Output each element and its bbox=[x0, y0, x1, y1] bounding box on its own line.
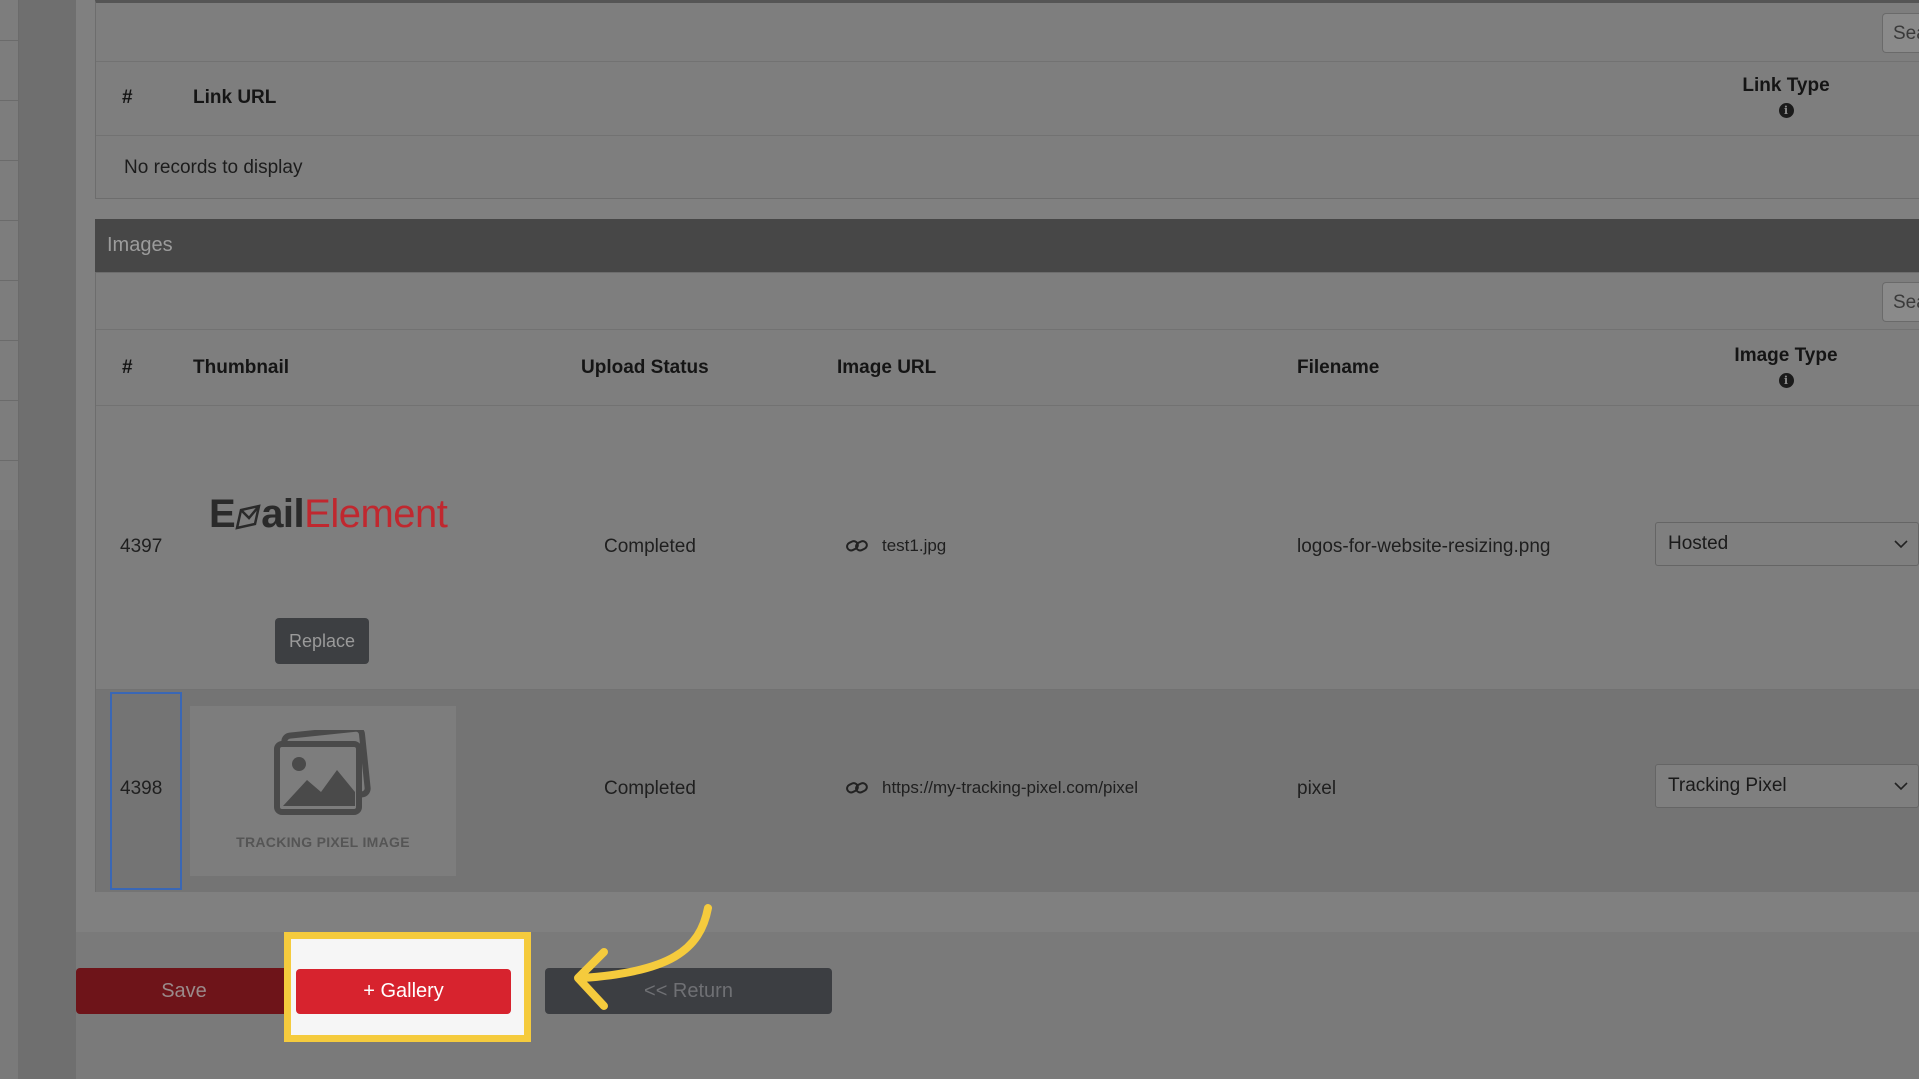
add-gallery-button[interactable]: + Gallery bbox=[296, 969, 511, 1014]
images-col-num: # bbox=[122, 357, 133, 378]
thumbnail-logo: EailElement bbox=[209, 492, 448, 537]
table-row: 4398 TRACKING PIXEL IMAGE Completed http… bbox=[96, 689, 1919, 892]
chevron-down-icon bbox=[1894, 540, 1908, 549]
filename: logos-for-website-resizing.png bbox=[1297, 536, 1551, 557]
left-nav-strip bbox=[0, 0, 19, 530]
replace-button[interactable]: Replace bbox=[275, 618, 369, 664]
images-col-image-type-label: Image Type bbox=[1734, 345, 1838, 366]
image-type-select[interactable]: Hosted bbox=[1655, 522, 1919, 566]
links-table: Search # Link URL Link Type i No records… bbox=[95, 0, 1919, 199]
links-col-link-type[interactable]: Link Type i bbox=[1716, 75, 1856, 118]
images-col-image-url[interactable]: Image URL bbox=[837, 357, 936, 379]
curved-arrow-icon bbox=[574, 904, 712, 1010]
row-id: 4397 bbox=[120, 536, 163, 557]
image-url[interactable]: https://my-tracking-pixel.com/pixel bbox=[846, 778, 1138, 798]
image-url[interactable]: test1.jpg bbox=[846, 536, 946, 556]
envelope-logo-icon bbox=[235, 504, 261, 530]
images-col-filename[interactable]: Filename bbox=[1297, 357, 1379, 379]
logo-text-element: Element bbox=[304, 492, 448, 536]
filename: pixel bbox=[1297, 778, 1337, 799]
row-id: 4398 bbox=[120, 778, 163, 799]
logo-letter-e: E bbox=[209, 492, 236, 536]
images-search-row: Search bbox=[96, 273, 1919, 330]
table-row: 4397 EailElement Replace Completed test1… bbox=[96, 406, 1919, 689]
link-icon bbox=[846, 540, 868, 552]
link-icon bbox=[846, 782, 868, 794]
upload-status: Completed bbox=[604, 536, 696, 557]
upload-status: Completed bbox=[604, 778, 696, 799]
thumbnail-caption: TRACKING PIXEL IMAGE bbox=[236, 834, 410, 850]
links-empty-message: No records to display bbox=[124, 157, 303, 178]
links-search-input[interactable]: Search bbox=[1882, 13, 1919, 53]
info-icon[interactable]: i bbox=[1778, 103, 1794, 118]
image-type-value: Hosted bbox=[1668, 533, 1729, 554]
image-type-select[interactable]: Tracking Pixel bbox=[1655, 764, 1919, 808]
images-table: Search # Thumbnail Upload Status Image U… bbox=[95, 272, 1919, 892]
images-section-title: Images bbox=[95, 219, 1919, 272]
save-button[interactable]: Save bbox=[76, 968, 292, 1014]
images-col-image-type[interactable]: Image Type i bbox=[1716, 345, 1856, 388]
chevron-down-icon bbox=[1894, 782, 1908, 791]
images-col-upload-status[interactable]: Upload Status bbox=[581, 357, 709, 379]
links-col-num: # bbox=[122, 87, 133, 108]
thumbnail-placeholder: TRACKING PIXEL IMAGE bbox=[190, 706, 456, 876]
info-icon[interactable]: i bbox=[1778, 373, 1794, 388]
image-url-text[interactable]: test1.jpg bbox=[882, 536, 946, 556]
page-gutter bbox=[18, 0, 76, 1079]
image-placeholder-icon bbox=[274, 730, 371, 815]
logo-text-ail: ail bbox=[261, 492, 305, 536]
image-type-value: Tracking Pixel bbox=[1668, 775, 1787, 796]
image-url-text[interactable]: https://my-tracking-pixel.com/pixel bbox=[882, 778, 1138, 798]
links-search-row: Search bbox=[96, 3, 1919, 62]
images-search-input[interactable]: Search bbox=[1882, 282, 1919, 322]
links-col-link-type-label: Link Type bbox=[1742, 75, 1830, 96]
images-col-thumbnail[interactable]: Thumbnail bbox=[193, 357, 289, 379]
links-col-link-url[interactable]: Link URL bbox=[193, 87, 276, 109]
